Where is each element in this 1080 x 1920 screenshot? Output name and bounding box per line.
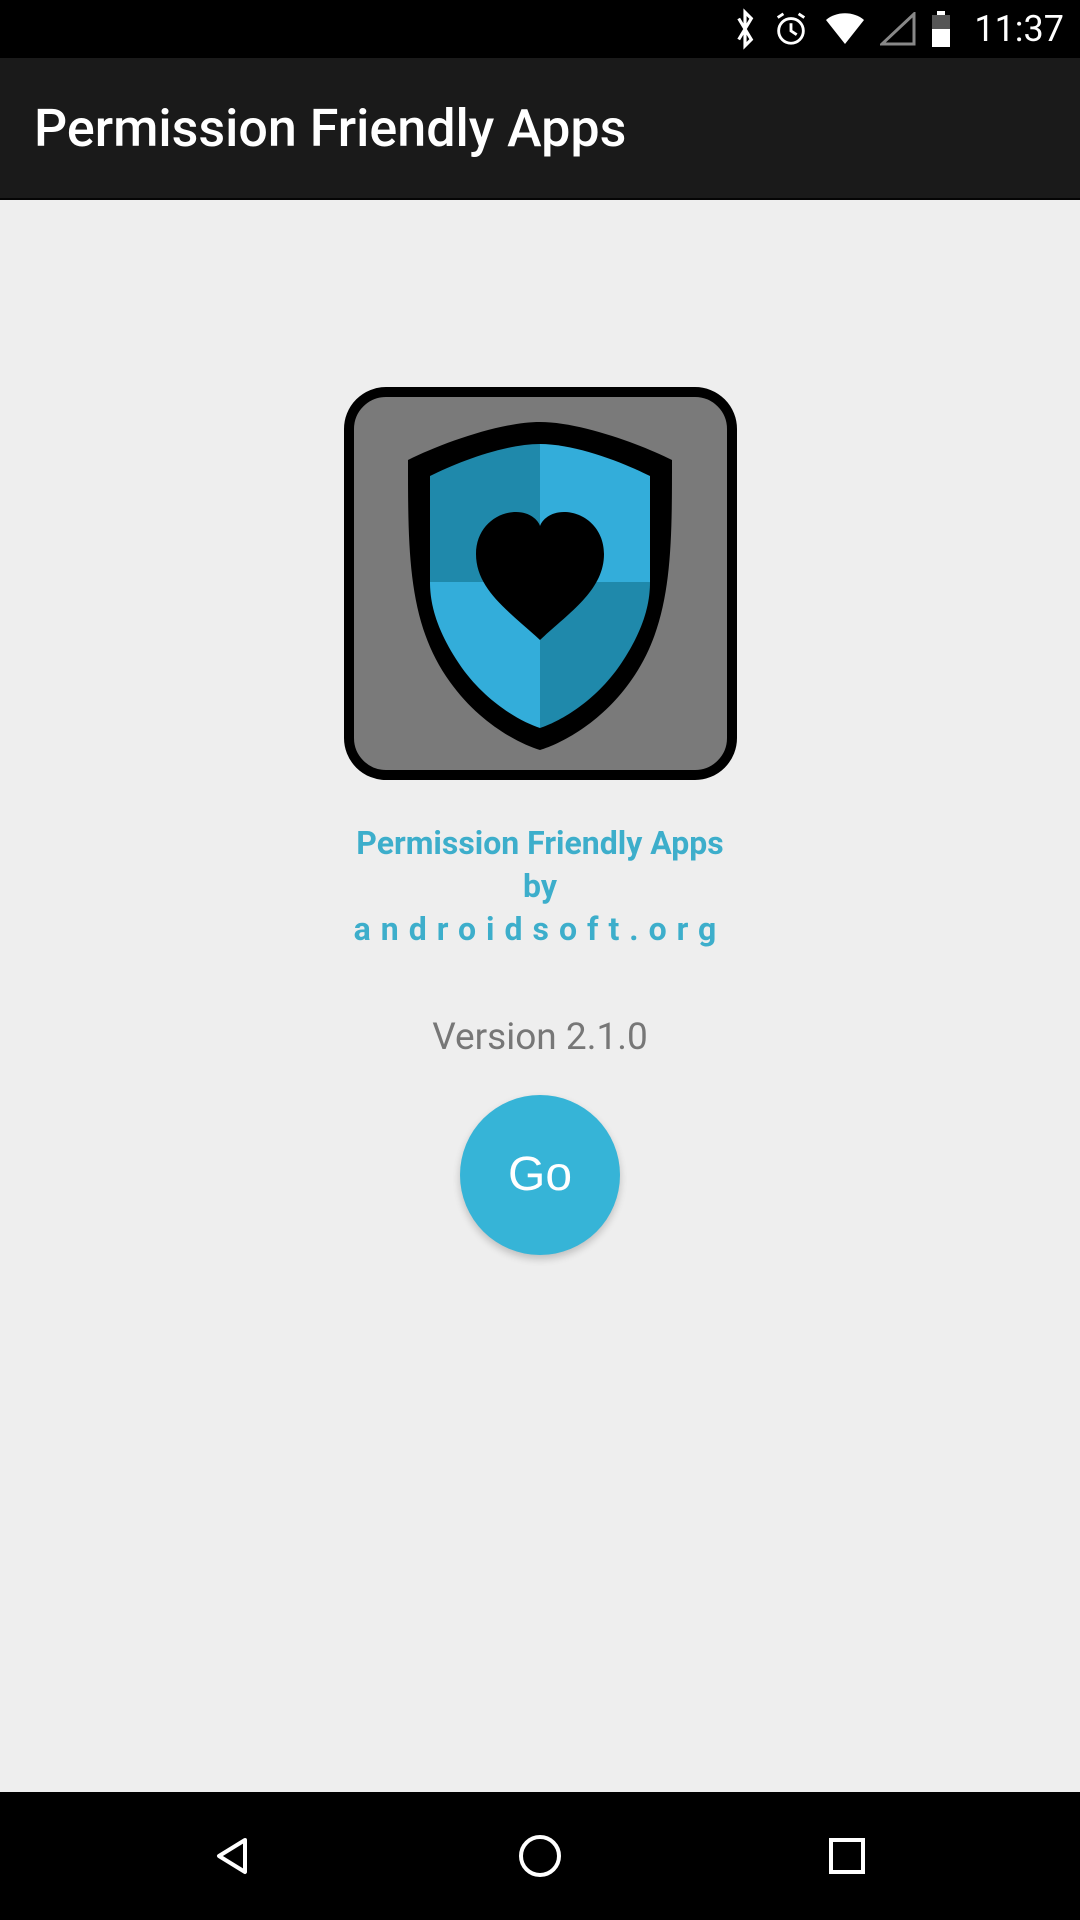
recents-square-icon	[827, 1836, 867, 1876]
wifi-icon	[824, 12, 866, 46]
credits-line2: by	[354, 865, 727, 908]
alarm-icon	[772, 10, 810, 48]
battery-icon	[930, 11, 952, 47]
status-time: 11:37	[974, 8, 1064, 50]
go-button[interactable]: Go	[460, 1095, 620, 1255]
app-bar-title: Permission Friendly Apps	[34, 98, 626, 159]
shield-heart-icon	[380, 414, 700, 754]
home-button[interactable]	[500, 1816, 580, 1896]
cell-signal-icon	[880, 12, 916, 46]
bluetooth-icon	[732, 8, 758, 50]
app-logo	[344, 387, 737, 780]
recents-button[interactable]	[807, 1816, 887, 1896]
credits-line1: Permission Friendly Apps	[354, 822, 727, 865]
back-button[interactable]	[193, 1816, 273, 1896]
status-bar: 11:37	[0, 0, 1080, 58]
home-circle-icon	[517, 1833, 563, 1879]
credits-block: Permission Friendly Apps by androidsoft.…	[354, 822, 727, 952]
version-label: Version 2.1.0	[432, 1016, 648, 1059]
navigation-bar	[0, 1792, 1080, 1920]
app-bar: Permission Friendly Apps	[0, 58, 1080, 200]
back-triangle-icon	[211, 1834, 255, 1878]
credits-org: androidsoft.org	[354, 908, 727, 951]
splash-content: Permission Friendly Apps by androidsoft.…	[0, 200, 1080, 1792]
